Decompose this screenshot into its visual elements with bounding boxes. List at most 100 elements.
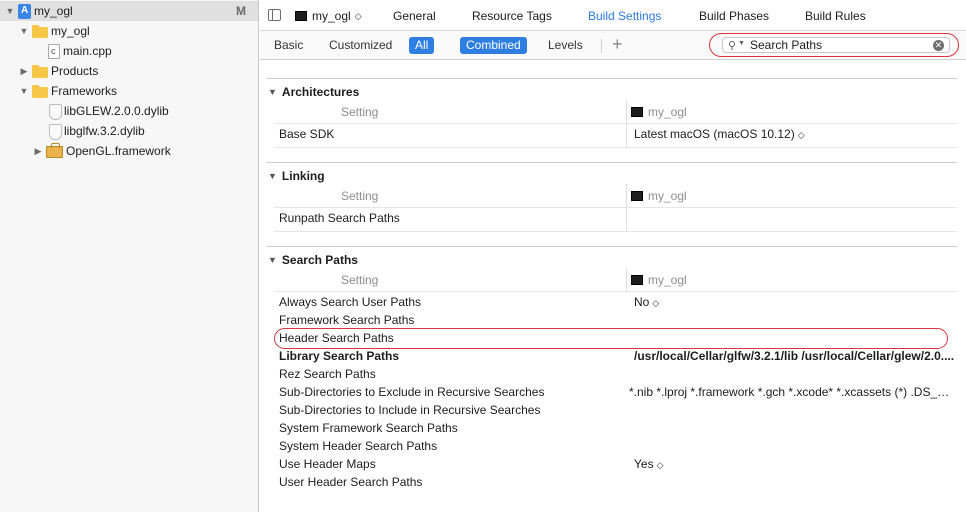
setting-row-library-search-paths[interactable]: Library Search Paths /usr/local/Cellar/g… [279, 348, 959, 366]
nav-item-main-cpp[interactable]: main.cpp [0, 41, 258, 61]
setting-name: System Framework Search Paths [279, 421, 458, 435]
search-input[interactable] [750, 38, 920, 52]
cpp-file-icon [48, 43, 60, 59]
section-title: Architectures [281, 85, 360, 99]
setting-row-exclude-recursive[interactable]: Sub-Directories to Exclude in Recursive … [279, 384, 959, 402]
nav-item-project[interactable]: ▼ my_ogl M [0, 1, 258, 21]
disclosure-closed-icon[interactable]: ▶ [18, 65, 30, 77]
target-icon [295, 11, 307, 21]
framework-icon [46, 143, 63, 158]
column-header-setting: Setting [341, 273, 379, 287]
disclosure-open-icon[interactable]: ▼ [18, 25, 30, 37]
setting-row-rez-search-paths[interactable]: Rez Search Paths [279, 366, 959, 384]
tab-build-settings[interactable]: Build Settings [588, 9, 661, 23]
nav-item-label: libglfw.3.2.dylib [64, 124, 145, 138]
filter-all-button[interactable]: All [409, 37, 435, 54]
filter-divider [601, 39, 602, 53]
column-header-setting: Setting [341, 189, 379, 203]
section-title: Linking [281, 169, 325, 183]
disclosure-open-icon[interactable]: ▼ [4, 5, 16, 17]
section-header-search-paths[interactable]: ▼ Search Paths [268, 252, 358, 268]
target-name: my_ogl [312, 9, 351, 23]
filter-levels-button[interactable]: Levels [542, 37, 589, 54]
project-navigator: ▼ my_ogl M ▼ my_ogl main.cpp ▶ Products … [0, 0, 259, 512]
search-field[interactable]: ⚲ ▼ ✕ [722, 37, 950, 53]
section-header-architectures[interactable]: ▼ Architectures [268, 84, 359, 100]
build-settings-editor: my_ogl ◇ General Resource Tags Build Set… [260, 0, 966, 512]
header-search-paths-annotation-ring [274, 328, 948, 349]
setting-row-base-sdk[interactable]: Base SDK Latest macOS (macOS 10.12) ◇ [279, 126, 959, 144]
setting-value[interactable]: *.nib *.lproj *.framework *.gch *.xcode*… [629, 385, 957, 399]
disclosure-open-icon[interactable]: ▼ [268, 171, 277, 181]
nav-item-frameworks[interactable]: ▼ Frameworks [0, 81, 258, 101]
filter-customized-button[interactable]: Customized [323, 37, 398, 54]
section-divider [266, 246, 957, 247]
section-divider [266, 78, 957, 79]
column-target-label: my_ogl [648, 273, 687, 287]
setting-value-text: Latest macOS (macOS 10.12) [634, 127, 795, 141]
setting-value[interactable]: Yes ◇ [634, 457, 962, 471]
popup-chevron-icon: ◇ [652, 298, 659, 308]
setting-row-user-header-search-paths[interactable]: User Header Search Paths [279, 474, 959, 492]
column-header-target: my_ogl [631, 105, 687, 119]
dylib-icon [48, 123, 62, 140]
nav-item-opengl-framework[interactable]: ▶ OpenGL.framework [0, 141, 258, 161]
clear-search-icon[interactable]: ✕ [933, 40, 944, 51]
nav-item-label: Frameworks [51, 84, 118, 98]
setting-row-use-header-maps[interactable]: Use Header Maps Yes ◇ [279, 456, 959, 474]
disclosure-open-icon[interactable]: ▼ [268, 87, 277, 97]
nav-item-label: my_ogl [34, 4, 73, 18]
settings-content: ▼ Architectures Setting my_ogl Base SDK … [260, 60, 966, 512]
setting-name: Use Header Maps [279, 457, 376, 471]
nav-item-label: OpenGL.framework [66, 144, 171, 158]
setting-value[interactable]: Latest macOS (macOS 10.12) ◇ [634, 127, 962, 141]
nav-item-libglew[interactable]: libGLEW.2.0.0.dylib [0, 101, 258, 121]
tab-build-rules[interactable]: Build Rules [805, 9, 866, 23]
row-divider [274, 147, 957, 148]
setting-value[interactable]: No ◇ [634, 295, 962, 309]
disclosure-open-icon[interactable]: ▼ [268, 255, 277, 265]
search-options-chevron-icon[interactable]: ▼ [738, 40, 745, 47]
setting-name: Always Search User Paths [279, 295, 422, 309]
settings-filter-bar: Basic Customized All Combined Levels + ⚲… [260, 31, 966, 60]
updown-chevron-icon: ◇ [354, 10, 362, 21]
folder-icon [32, 84, 48, 98]
sidebar-toggle-icon[interactable] [268, 9, 281, 21]
column-header-setting: Setting [341, 105, 379, 119]
nav-item-libglfw[interactable]: libglfw.3.2.dylib [0, 121, 258, 141]
section-header-linking[interactable]: ▼ Linking [268, 168, 325, 184]
row-divider [274, 123, 957, 124]
setting-row-always-search-user-paths[interactable]: Always Search User Paths No ◇ [279, 294, 959, 312]
setting-name: Rez Search Paths [279, 367, 376, 381]
section-divider [266, 162, 957, 163]
setting-name: System Header Search Paths [279, 439, 438, 453]
tab-resource-tags[interactable]: Resource Tags [472, 9, 552, 23]
popup-chevron-icon: ◇ [656, 460, 664, 470]
setting-row-system-framework-search-paths[interactable]: System Framework Search Paths [279, 420, 959, 438]
dylib-icon [48, 103, 62, 120]
setting-name: Library Search Paths [279, 349, 400, 363]
nav-item-label: Products [51, 64, 99, 78]
setting-row-include-recursive[interactable]: Sub-Directories to Include in Recursive … [279, 402, 959, 420]
row-divider [274, 231, 957, 232]
tab-build-phases[interactable]: Build Phases [699, 9, 769, 23]
folder-icon [32, 24, 48, 38]
folder-icon [32, 64, 48, 78]
disclosure-closed-icon[interactable]: ▶ [32, 145, 44, 157]
setting-row-system-header-search-paths[interactable]: System Header Search Paths [279, 438, 959, 456]
row-divider [274, 207, 957, 208]
setting-name: Base SDK [279, 127, 335, 141]
nav-item-group-my-ogl[interactable]: ▼ my_ogl [0, 21, 258, 41]
add-setting-button[interactable]: + [612, 34, 623, 55]
nav-item-products[interactable]: ▶ Products [0, 61, 258, 81]
column-target-label: my_ogl [648, 189, 687, 203]
filter-combined-button[interactable]: Combined [460, 37, 527, 54]
setting-value[interactable]: /usr/local/Cellar/glfw/3.2.1/lib /usr/lo… [634, 349, 962, 363]
editor-tab-bar: my_ogl ◇ General Resource Tags Build Set… [260, 0, 966, 31]
filter-basic-button[interactable]: Basic [268, 37, 309, 54]
setting-row-runpath-search-paths[interactable]: Runpath Search Paths [279, 210, 959, 228]
scm-status-badge: M [236, 4, 246, 18]
tab-general[interactable]: General [393, 9, 436, 23]
target-selector[interactable]: my_ogl ◇ [295, 7, 362, 25]
disclosure-open-icon[interactable]: ▼ [18, 85, 30, 97]
